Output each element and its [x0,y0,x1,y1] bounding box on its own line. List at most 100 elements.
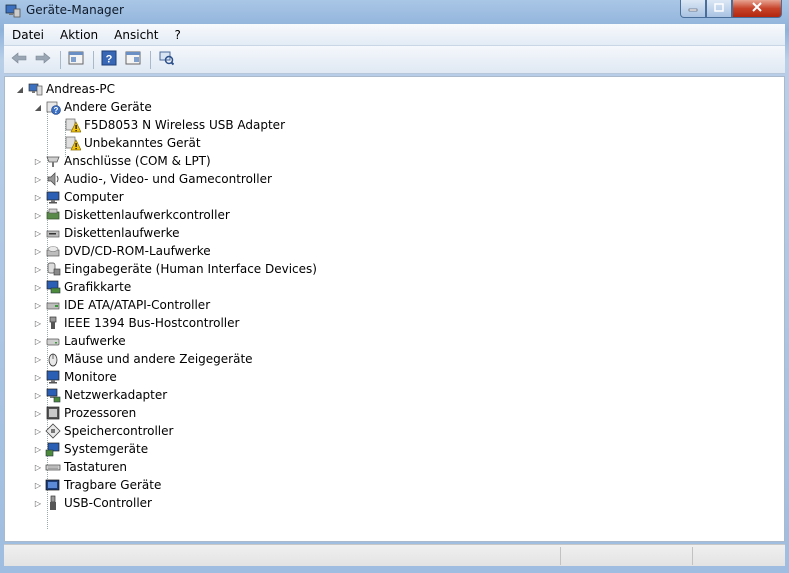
tree-item-label: Eingabegeräte (Human Interface Devices) [64,262,317,276]
tree-item-monitore[interactable]: ▷ Monitore [33,368,117,386]
portable-devices-icon [45,477,61,493]
window-title: Geräte-Manager [26,3,124,17]
expand-arrow-icon[interactable]: ▷ [33,174,43,184]
expand-arrow-icon[interactable]: ▷ [33,210,43,220]
expand-arrow-icon[interactable]: ▷ [33,336,43,346]
collapse-arrow-icon[interactable]: ◢ [15,84,25,94]
expand-arrow-icon[interactable]: ▷ [33,444,43,454]
tree-item-label: Laufwerke [64,334,126,348]
scan-hardware-icon [158,50,175,70]
tree-item-label: Systemgeräte [64,442,149,456]
tree-item-netzwerkadapter[interactable]: ▷ Netzwerkadapter [33,386,167,404]
port-icon [45,153,61,169]
tree-item-label: Monitore [64,370,117,384]
expand-arrow-icon[interactable]: ▷ [33,354,43,364]
minimize-button[interactable] [680,0,706,18]
back-icon [11,50,27,69]
unknown-device-icon: ? [45,99,61,115]
expand-arrow-icon[interactable]: ▷ [33,300,43,310]
floppy-controller-icon [45,207,61,223]
menu-aktion[interactable]: Aktion [52,25,106,45]
expand-arrow-icon[interactable]: ▷ [33,372,43,382]
speaker-icon [45,171,61,187]
tree-item-label: Diskettenlaufwerkcontroller [64,208,230,222]
system-devices-icon [45,441,61,457]
tree-item-label: Grafikkarte [64,280,132,294]
expand-arrow-icon[interactable]: ▷ [33,408,43,418]
tree-item-laufwerke[interactable]: ▷ Laufwerke [33,332,126,350]
expand-arrow-icon[interactable]: ▷ [33,264,43,274]
expand-arrow-icon[interactable]: ▷ [33,498,43,508]
scan-hardware-button[interactable] [155,50,177,70]
expand-arrow-icon[interactable]: ▷ [33,192,43,202]
toolbar-separator [60,50,61,69]
properties-view-button[interactable] [65,50,87,70]
display-adapter-icon [45,279,61,295]
tree-item-systemgeraete[interactable]: ▷ Systemgeräte [33,440,148,458]
tree-item-diskettenlaufwerkcontroller[interactable]: ▷ Diskettenlaufwerkcontroller [33,206,230,224]
tree-item-anschluesse[interactable]: ▷ Anschlüsse (COM & LPT) [33,152,211,170]
collapse-arrow-icon[interactable]: ◢ [33,102,43,112]
tree-item-diskettenlaufwerke[interactable]: ▷ Diskettenlaufwerke [33,224,180,242]
tree-child-wireless-adapter[interactable]: F5D8053 N Wireless USB Adapter [65,116,285,134]
maximize-icon [714,2,724,15]
tree-item-label: Netzwerkadapter [64,388,168,402]
tree-item-prozessoren[interactable]: ▷ Prozessoren [33,404,136,422]
ide-controller-icon [45,297,61,313]
expand-arrow-icon[interactable]: ▷ [33,282,43,292]
tree-item-usb-controller[interactable]: ▷ USB-Controller [33,494,152,512]
tree-item-tastaturen[interactable]: ▷ Tastaturen [33,458,127,476]
tree-item-eingabegeraete[interactable]: ▷ Eingabegeräte (Human Interface Devices… [33,260,317,278]
tree-root-andreas-pc[interactable]: ◢ Andreas-PC [15,80,115,98]
expand-arrow-icon[interactable]: ▷ [33,426,43,436]
forward-button[interactable] [32,50,54,70]
computer-icon [27,81,43,97]
monitor-icon [45,369,61,385]
tree-item-ide-ata[interactable]: ▷ IDE ATA/ATAPI-Controller [33,296,210,314]
tree-item-tragbare-geraete[interactable]: ▷ Tragbare Geräte [33,476,161,494]
toolbar-separator [150,50,151,69]
close-button[interactable] [732,0,782,18]
properties-view-icon [68,50,84,69]
floppy-drive-icon [45,225,61,241]
menu-datei[interactable]: Datei [4,25,52,45]
show-hidden-button[interactable] [122,50,144,70]
storage-controller-icon [45,423,61,439]
hid-icon [45,261,61,277]
tree-item-ieee-1394[interactable]: ▷ IEEE 1394 Bus-Hostcontroller [33,314,240,332]
warning-device-icon [65,117,82,133]
tree-item-label: USB-Controller [64,496,152,510]
expand-arrow-icon[interactable]: ▷ [33,228,43,238]
help-button[interactable]: ? [98,50,120,70]
tree-item-label: Speichercontroller [64,424,174,438]
tree-item-label: Mäuse und andere Zeigegeräte [64,352,253,366]
maximize-button[interactable] [706,0,732,18]
expand-arrow-icon[interactable]: ▷ [33,462,43,472]
tree-item-grafikkarte[interactable]: ▷ Grafikkarte [33,278,131,296]
tree-item-label: Diskettenlaufwerke [64,226,180,240]
tree-item-dvd-cd-rom[interactable]: ▷ DVD/CD-ROM-Laufwerke [33,242,211,260]
tree-item-computer[interactable]: ▷ Computer [33,188,124,206]
firewire-icon [45,315,61,331]
menu-ansicht[interactable]: Ansicht [106,25,166,45]
tree-item-speichercontroller[interactable]: ▷ Speichercontroller [33,422,173,440]
expand-arrow-icon[interactable]: ▷ [33,390,43,400]
expand-arrow-icon[interactable]: ▷ [33,480,43,490]
processor-icon [45,405,61,421]
tree-item-audio[interactable]: ▷ Audio-, Video- und Gamecontroller [33,170,272,188]
title-bar[interactable]: Geräte-Manager [0,0,789,22]
expand-arrow-icon[interactable]: ▷ [33,246,43,256]
expand-arrow-icon[interactable]: ▷ [33,318,43,328]
tree-item-andere-geraete[interactable]: ◢ ? Andere Geräte [33,98,152,116]
tree-item-label: Unbekanntes Gerät [84,136,201,150]
toolbar-separator [93,50,94,69]
back-button[interactable] [8,50,30,70]
toolbar: ? [4,46,785,74]
tree-child-unbekanntes-geraet[interactable]: Unbekanntes Gerät [65,134,201,152]
menu-help[interactable]: ? [166,25,188,45]
device-tree[interactable]: ◢ Andreas-PC ◢ ? Andere Geräte F5D8053 N… [4,76,785,542]
device-manager-app-icon [5,3,21,19]
tree-item-maeuse[interactable]: ▷ Mäuse und andere Zeigegeräte [33,350,253,368]
expand-arrow-icon[interactable]: ▷ [33,156,43,166]
show-hidden-icon [125,50,141,69]
